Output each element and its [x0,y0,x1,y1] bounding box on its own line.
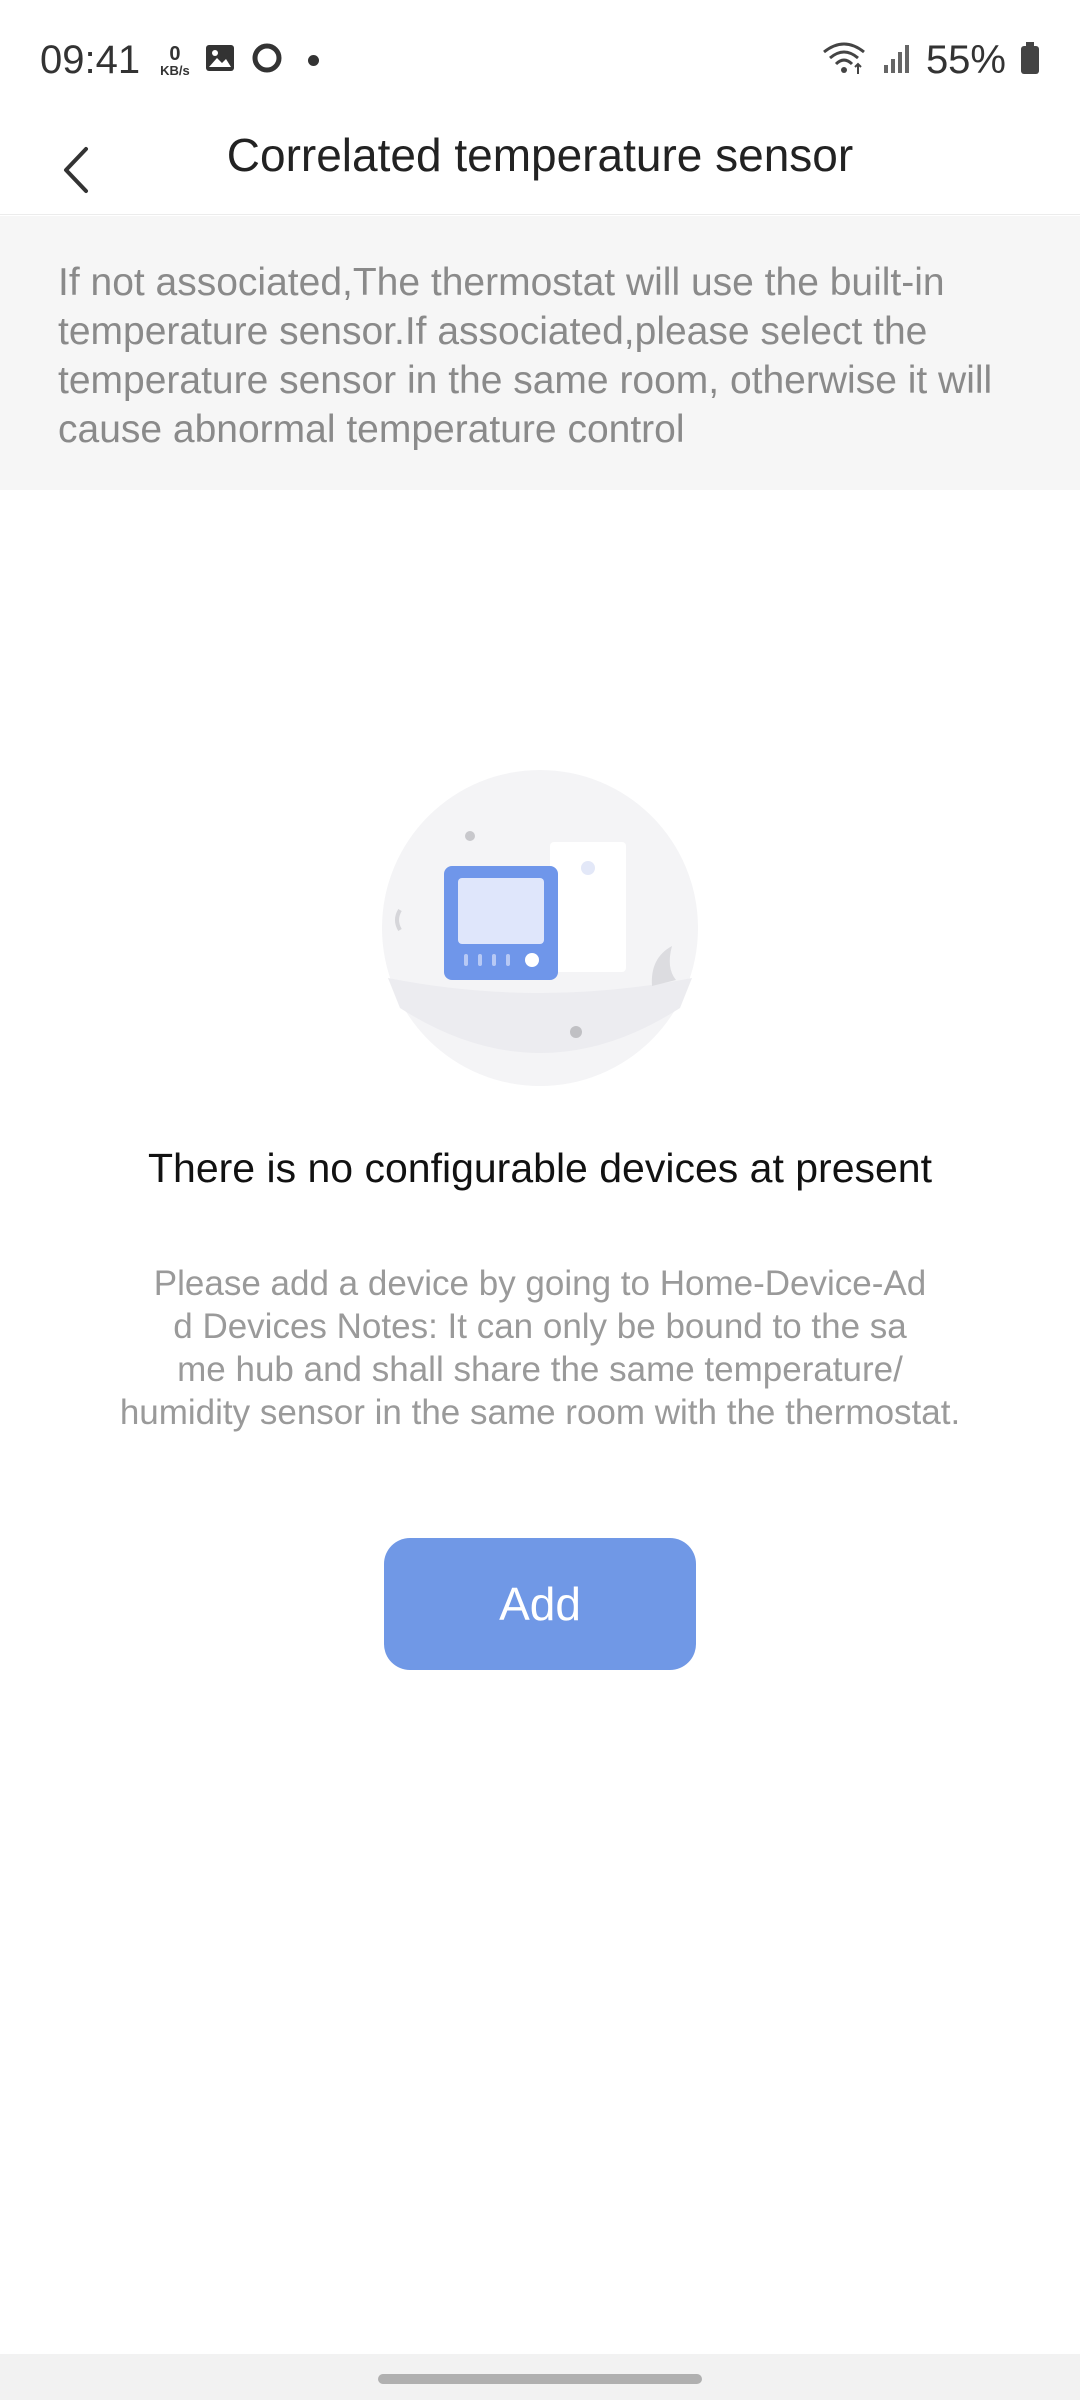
top-app-bar: Correlated temperature sensor [0,120,1080,215]
description-line: me hub and shall share the same temperat… [177,1350,903,1389]
notification-dot-icon [307,54,319,66]
description-line: Please add a device by going to Home-Dev… [153,1264,927,1303]
back-button[interactable] [40,130,110,210]
battery-percent: 55% [925,37,1006,82]
gallery-icon [204,42,236,79]
status-right: 55% [820,38,1040,83]
network-speed: 0 KB/s [160,44,190,77]
page-title: Correlated temperature sensor [226,129,854,181]
status-time: 09:41 [40,37,141,82]
empty-state-description: Please add a device by going to Home-Dev… [60,1262,1020,1434]
wifi-icon [820,40,868,81]
status-bar: 09:41 0 KB/s 55% [0,0,1080,120]
description-line: d Devices Notes: It can only be bound to… [173,1307,907,1346]
description-line: humidity sensor in the same room with th… [119,1393,961,1432]
home-indicator[interactable] [378,2374,702,2384]
thermostat-illustration [380,768,700,1088]
info-notice: If not associated,The thermostat will us… [0,216,1080,490]
status-left: 09:41 0 KB/s [40,38,319,83]
network-speed-unit: KB/s [160,62,190,78]
sync-ring-icon [250,41,284,80]
chevron-left-icon [64,147,88,193]
battery-icon [1020,41,1040,80]
network-speed-value: 0 [169,42,181,65]
notice-text: If not associated,The thermostat will us… [58,261,993,451]
empty-state-title: There is no configurable devices at pres… [147,1145,932,1191]
add-device-button[interactable]: Add [384,1538,696,1670]
signal-icon [882,41,912,80]
